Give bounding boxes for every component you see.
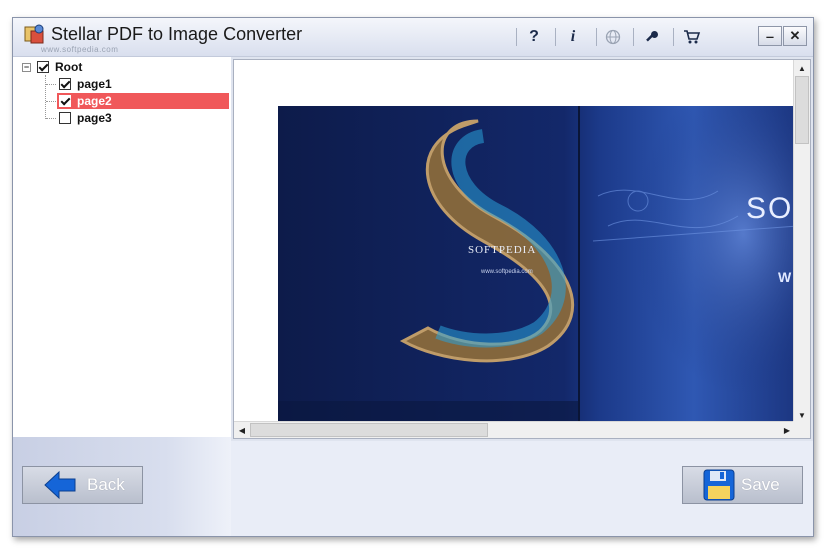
toolbar-separator	[633, 28, 634, 46]
preview-artwork	[278, 106, 798, 426]
app-logo-icon	[24, 24, 44, 44]
key-icon[interactable]	[641, 26, 663, 48]
tree-item-label: page3	[77, 111, 112, 125]
back-button-label: Back	[87, 475, 125, 494]
title-bar[interactable]: Stellar PDF to Image Converter www.softp…	[13, 18, 813, 57]
scroll-left-icon[interactable]: ◀	[234, 422, 250, 438]
window-title: Stellar PDF to Image Converter	[51, 24, 303, 44]
image-text: SOFTPEDIA	[468, 244, 537, 256]
minimize-button[interactable]: ‒	[758, 26, 782, 46]
tree-connector	[46, 118, 56, 119]
image-brand-text-small: W	[778, 269, 792, 285]
preview-pane[interactable]: SOFTPEDIA www.softpedia.com SO W ▲ ▼ ◀ ▶	[233, 59, 811, 439]
globe-icon[interactable]	[602, 26, 624, 48]
back-button[interactable]: Back	[22, 466, 143, 504]
tree-item-label: page1	[77, 77, 112, 91]
tree-item-label: Root	[55, 60, 83, 74]
tree-connector	[46, 84, 56, 85]
save-button[interactable]: Save	[682, 466, 803, 504]
tree-item-root[interactable]: − Root	[22, 59, 82, 75]
page1-checkbox[interactable]	[59, 78, 71, 90]
cart-icon[interactable]	[681, 26, 703, 48]
horizontal-scrollbar[interactable]: ◀ ▶	[234, 421, 795, 438]
watermark-text: www.softpedia.com	[41, 45, 119, 54]
horizontal-scroll-thumb[interactable]	[250, 423, 488, 437]
root-checkbox[interactable]	[37, 61, 49, 73]
scroll-corner	[793, 421, 810, 438]
toolbar-separator	[596, 28, 597, 46]
tree-connector	[46, 101, 56, 102]
image-url-text: www.softpedia.com	[481, 269, 533, 275]
preview-frame: SOFTPEDIA www.softpedia.com SO W ▲ ▼ ◀ ▶	[231, 57, 813, 441]
info-icon[interactable]: i	[562, 26, 584, 48]
page2-checkbox[interactable]	[59, 95, 71, 107]
toolbar-separator	[555, 28, 556, 46]
toolbar-separator	[673, 28, 674, 46]
page-preview-image: SOFTPEDIA www.softpedia.com SO W	[278, 106, 798, 426]
tree-item-page1[interactable]: page1	[59, 76, 229, 92]
close-button[interactable]: ✕	[783, 26, 807, 46]
tree-connector	[45, 75, 46, 119]
image-divider	[578, 106, 580, 426]
tree-item-page3[interactable]: page3	[59, 110, 229, 126]
tree-item-label: page2	[77, 94, 112, 108]
vertical-scrollbar[interactable]: ▲ ▼	[793, 60, 810, 423]
image-brand-text: SO	[746, 192, 794, 225]
collapse-icon[interactable]: −	[22, 62, 31, 72]
toolbar-separator	[516, 28, 517, 46]
app-window: Stellar PDF to Image Converter www.softp…	[12, 17, 814, 537]
scroll-up-icon[interactable]: ▲	[794, 60, 810, 76]
floppy-disk-icon	[703, 469, 735, 501]
tree-item-page2[interactable]: page2	[57, 93, 229, 109]
page3-checkbox[interactable]	[59, 112, 71, 124]
page-tree: − Root page1 page2 page3	[13, 57, 231, 437]
back-arrow-icon	[44, 470, 76, 500]
vertical-scroll-thumb[interactable]	[795, 76, 809, 144]
help-icon[interactable]: ?	[523, 26, 545, 48]
save-button-label: Save	[741, 475, 780, 494]
